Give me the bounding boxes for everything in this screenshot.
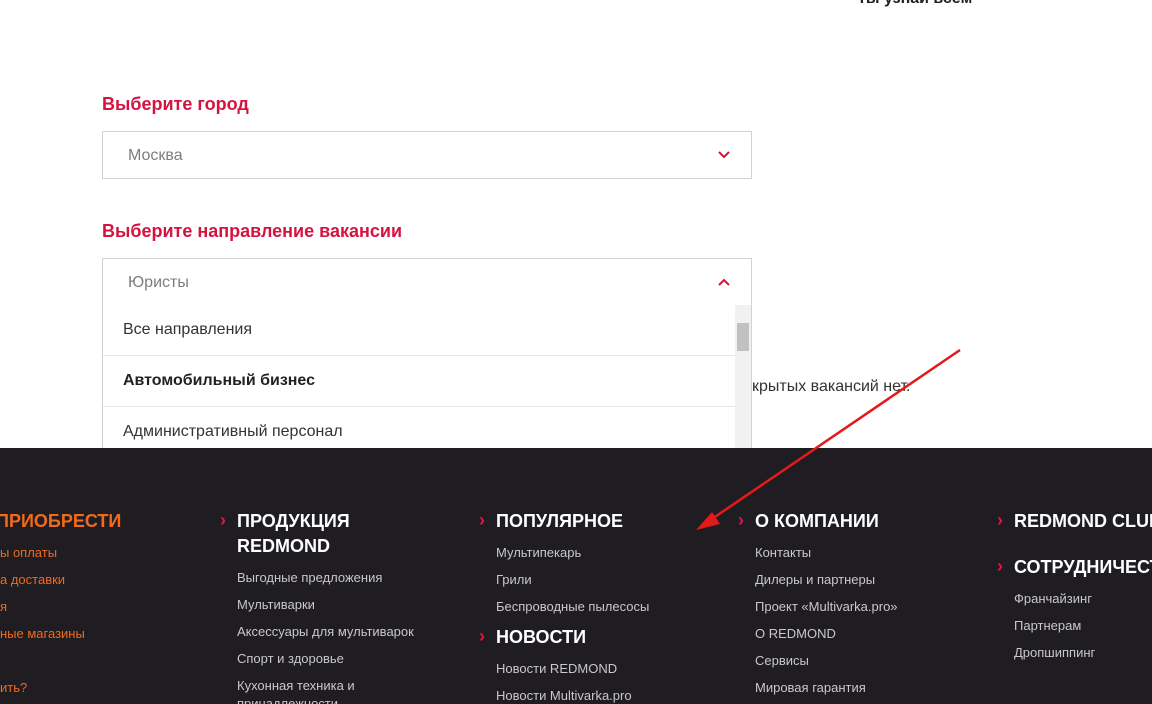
footer-link[interactable]: Мультипекарь — [496, 545, 581, 560]
direction-select-value: Юристы — [128, 274, 189, 291]
footer-link[interactable]: Дилеры и партнеры — [755, 572, 875, 587]
footer-link[interactable]: Мультиварки — [237, 597, 315, 612]
dropdown-scrollbar-thumb[interactable] — [737, 323, 749, 351]
footer-title-products[interactable]: › ПРОДУКЦИЯ REDMOND — [220, 509, 350, 559]
chevron-right-icon: › — [220, 510, 226, 530]
dropdown-option-admin[interactable]: Административный персонал — [103, 407, 735, 448]
footer-link[interactable]: ы оплаты — [0, 545, 57, 560]
footer-link[interactable]: Кухонная техника и — [237, 678, 355, 693]
footer-title-buy: ПРИОБРЕСТИ — [0, 511, 122, 531]
city-select-value: Москва — [128, 147, 183, 164]
footer-link[interactable]: Мировая гарантия — [755, 680, 866, 695]
chevron-right-icon: › — [479, 626, 485, 646]
footer-link[interactable]: Новости Multivarka.pro — [496, 688, 632, 703]
chevron-down-icon — [718, 151, 730, 159]
city-label: Выберите город — [102, 94, 249, 114]
footer-link[interactable]: Сервисы — [755, 653, 809, 668]
dropdown-scrollbar[interactable] — [735, 305, 751, 448]
site-footer: ПРИОБРЕСТИ ы оплаты а доставки я ные маг… — [0, 448, 1152, 704]
direction-dropdown-list: Все направления Автомобильный бизнес Адм… — [102, 305, 752, 448]
footer-link[interactable]: Франчайзинг — [1014, 591, 1092, 606]
footer-title-club[interactable]: › REDMOND CLUB — [997, 509, 1152, 534]
footer-link[interactable]: ить? — [0, 680, 27, 695]
footer-title-company-label: О КОМПАНИИ — [755, 511, 879, 531]
footer-title-news[interactable]: › НОВОСТИ — [479, 625, 587, 650]
footer-link[interactable]: Аксессуары для мультиварок — [237, 624, 414, 639]
footer-link[interactable]: Контакты — [755, 545, 811, 560]
footer-title-products-line2: REDMOND — [237, 536, 330, 556]
footer-title-products-line1: ПРОДУКЦИЯ — [237, 511, 350, 531]
city-select[interactable]: Москва — [102, 131, 752, 179]
footer-title-news-label: НОВОСТИ — [496, 627, 587, 647]
direction-select[interactable]: Юристы — [102, 258, 752, 306]
footer-link[interactable]: Спорт и здоровье — [237, 651, 344, 666]
no-vacancies-text: крытых вакансий нет. — [752, 378, 911, 395]
footer-link[interactable]: Дропшиппинг — [1014, 645, 1095, 660]
footer-title-cooperation[interactable]: › СОТРУДНИЧЕСТВО — [997, 555, 1152, 580]
footer-link[interactable]: Проект «Multivarka.pro» — [755, 599, 898, 614]
footer-title-cooperation-label: СОТРУДНИЧЕСТВО — [1014, 557, 1152, 577]
chevron-right-icon: › — [479, 510, 485, 530]
footer-link[interactable]: Грили — [496, 572, 532, 587]
footer-link[interactable]: ные магазины — [0, 626, 85, 641]
footer-link[interactable]: Партнерам — [1014, 618, 1081, 633]
dropdown-option-auto[interactable]: Автомобильный бизнес — [103, 356, 735, 407]
footer-link[interactable]: Беспроводные пылесосы — [496, 599, 649, 614]
chevron-right-icon: › — [997, 510, 1003, 530]
dropdown-option-all[interactable]: Все направления — [103, 305, 735, 356]
footer-link[interactable]: принадлежности — [237, 696, 338, 704]
footer-link[interactable]: Выгодные предложения — [237, 570, 382, 585]
footer-title-popular[interactable]: › ПОПУЛЯРНОЕ — [479, 509, 623, 534]
footer-link[interactable]: Новости REDMOND — [496, 661, 617, 676]
footer-link[interactable]: О REDMOND — [755, 626, 836, 641]
direction-label: Выберите направление вакансии — [102, 221, 403, 241]
chevron-right-icon: › — [997, 556, 1003, 576]
footer-link[interactable]: а доставки — [0, 572, 65, 587]
footer-title-popular-label: ПОПУЛЯРНОЕ — [496, 511, 623, 531]
footer-link[interactable]: я — [0, 599, 7, 614]
footer-title-company[interactable]: › О КОМПАНИИ — [738, 509, 879, 534]
top-heading-fragment: ты узнай всем — [858, 0, 972, 8]
footer-title-club-label: REDMOND CLUB — [1014, 511, 1152, 531]
chevron-right-icon: › — [738, 510, 744, 530]
chevron-up-icon — [718, 278, 730, 286]
